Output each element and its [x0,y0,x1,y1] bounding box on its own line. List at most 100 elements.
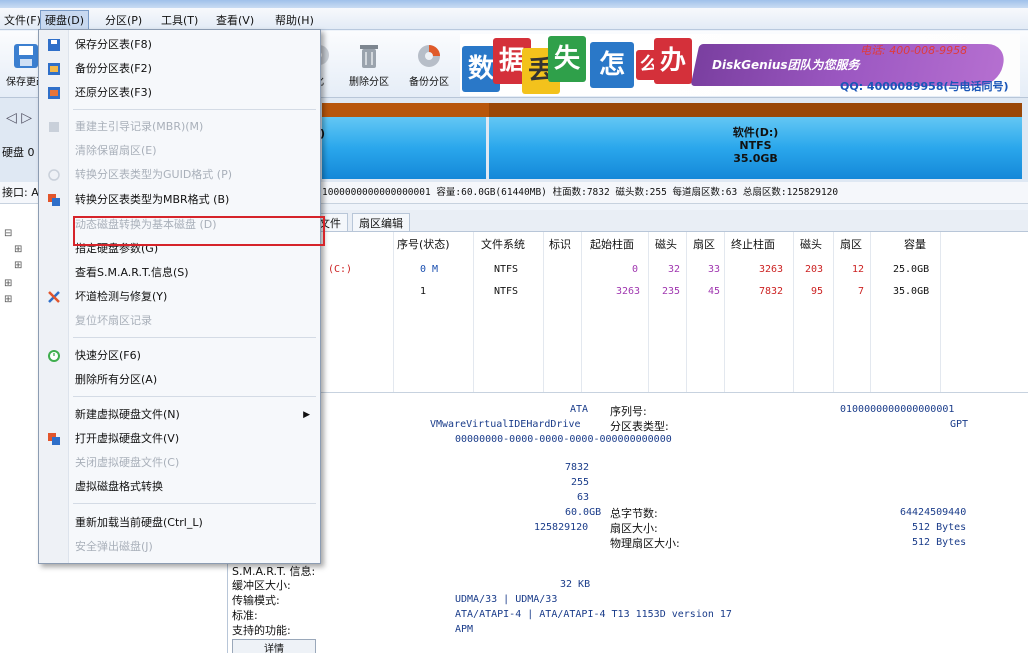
disk-nav-label: 硬盘 0 [2,146,35,159]
row-end-cyl: 3263 [759,264,784,275]
menu-item-label: 复位坏扇区记录 [75,314,152,327]
menu-item-delete-all-partitions[interactable]: 删除所有分区(A) [39,369,320,391]
save-icon [48,39,60,51]
detail-guid: 00000000-0000-0000-0000-000000000000 [455,434,672,445]
detail-sector-size: 512 Bytes [912,522,967,533]
tab-sector-editor[interactable]: 扇区编辑 [352,213,410,231]
tree-expand-icon[interactable]: ⊞ [14,260,22,271]
details-button[interactable]: 详情 [232,639,316,653]
menu-bar: 文件(F) 硬盘(D) 分区(P) 工具(T) 查看(V) 帮助(H) [0,8,1028,30]
mbr-icon [49,122,59,132]
nav-arrows-icon[interactable]: ◁ ▷ [6,110,32,126]
detail-transfer-label: 传输模式: [232,594,280,607]
clock-icon [48,350,60,362]
menu-item-bad-sector-check[interactable]: 坏道检测与修复(Y) [39,286,320,308]
menu-item-convert-to-mbr[interactable]: 转换分区表类型为MBR格式 (B) [39,189,320,211]
interface-label: 接口: A [2,186,39,199]
menu-item-convert-to-guid[interactable]: 转换分区表类型为GUID格式 (P) [39,164,320,186]
menu-separator [73,109,316,110]
tree-expand-icon[interactable]: ⊞ [4,278,12,289]
ad-banner[interactable]: 数 据 丢 失 怎 么 办 DiskGenius团队为您服务 电话: 400-0… [460,34,1020,96]
col-end-cylinder[interactable]: 终止柱面 [731,236,775,252]
menu-item-view-smart[interactable]: 查看S.M.A.R.T.信息(S) [39,262,320,284]
delete-partition-button[interactable]: 删除分区 [343,37,395,93]
backup-partition-button[interactable]: 备份分区 [403,37,455,93]
menu-item-label: 新建虚拟硬盘文件(N) [75,408,180,421]
col-end-head[interactable]: 磁头 [800,236,822,252]
menu-item-save-partition-table[interactable]: 保存分区表(F8) [39,34,320,56]
partition-d-fs: NTFS [739,139,772,152]
menu-item-label: 重新加载当前硬盘(Ctrl_L) [75,516,203,529]
menu-item-rebuild-mbr[interactable]: 重建主引导记录(MBR)(M) [39,116,320,138]
menu-disk[interactable]: 硬盘(D) [40,10,90,30]
tree-expand-icon[interactable]: ⊟ [4,228,12,239]
convert-icon [48,169,60,181]
convert-icon [48,194,60,206]
menu-item-safe-eject[interactable]: 安全弹出磁盘(J) [39,536,320,558]
menu-item-new-virtual-disk[interactable]: 新建虚拟硬盘文件(N) ▶ [39,404,320,426]
menu-item-label: 转换分区表类型为MBR格式 (B) [75,193,230,206]
detail-features: APM [455,624,474,635]
detail-serial: 0100000000000000001 [840,404,955,415]
col-start-head[interactable]: 磁头 [655,236,677,252]
detail-total-bytes-label: 总字节数: [610,507,658,520]
partition-d-block[interactable]: 软件(D:) NTFS 35.0GB [489,117,1022,179]
row-name: (C:) [328,264,353,275]
col-size[interactable]: 容量 [904,236,926,252]
row-size: 35.0GB [893,286,930,297]
partition-d-size: 35.0GB [733,152,778,165]
partition-d-name: 软件(D:) [732,126,779,139]
menu-item-label: 快速分区(F6) [75,349,141,362]
detail-capacity: 60.0GB [565,507,602,518]
row-end-sec: 12 [852,264,865,275]
menu-help[interactable]: 帮助(H) [271,11,318,29]
backup-partition-label: 备份分区 [409,77,449,88]
menu-item-reload-disk[interactable]: 重新加载当前硬盘(Ctrl_L) [39,512,320,534]
menu-item-open-virtual-disk[interactable]: 打开虚拟硬盘文件(V) [39,428,320,450]
menu-view[interactable]: 查看(V) [212,11,258,29]
menu-file[interactable]: 文件(F) [0,11,45,29]
detail-iface: ATA [570,404,589,415]
detail-standard: ATA/ATAPI-4 | ATA/ATAPI-4 T13 1153D vers… [455,609,732,620]
col-end-sector[interactable]: 扇区 [840,236,862,252]
disk-summary: 1000000000000000001 容量:60.0GB(61440MB) 柱… [322,187,839,198]
tools-icon [48,291,60,303]
highlight-box [73,216,325,246]
row-end-cyl: 7832 [759,286,784,297]
partition-d-top [489,103,1022,117]
col-start-cylinder[interactable]: 起始柱面 [590,236,634,252]
menu-item-label: 虚拟磁盘格式转换 [75,480,163,493]
menu-item-clear-reserved-sectors[interactable]: 清除保留扇区(E) [39,140,320,162]
banner-qq: QQ: 4000089958(与电话同号) [840,80,1009,93]
col-start-sector[interactable]: 扇区 [693,236,715,252]
menu-tools[interactable]: 工具(T) [157,11,202,29]
menu-item-virtual-disk-convert[interactable]: 虚拟磁盘格式转换 [39,476,320,498]
menu-item-restore-partition-table[interactable]: 还原分区表(F3) [39,82,320,104]
disk-dropdown-menu: 保存分区表(F8) 备份分区表(F2) 还原分区表(F3) 重建主引导记录(MB… [38,29,325,564]
detail-pt: GPT [950,419,969,430]
row-fs: NTFS [494,286,519,297]
col-filesystem[interactable]: 文件系统 [481,236,525,252]
partition-table [228,232,1028,392]
banner-brand: DiskGenius团队为您服务 [712,58,860,72]
menu-item-label: 转换分区表类型为GUID格式 (P) [75,168,233,181]
banner-char: 怎 [590,42,634,88]
menu-separator [73,396,316,397]
menu-item-label: 删除所有分区(A) [75,373,158,386]
menu-separator [73,337,316,338]
col-flag[interactable]: 标识 [549,236,571,252]
row-size: 25.0GB [893,264,930,275]
menu-item-quick-partition[interactable]: 快速分区(F6) [39,345,320,367]
detail-phys-sector-label: 物理扇区大小: [610,537,680,550]
menu-partition[interactable]: 分区(P) [101,11,146,29]
detail-cylinders: 7832 [565,462,590,473]
menu-item-backup-partition-table[interactable]: 备份分区表(F2) [39,58,320,80]
row-fs: NTFS [494,264,519,275]
menu-item-reset-bad-sectors[interactable]: 复位坏扇区记录 [39,310,320,332]
col-index[interactable]: 序号(状态) [397,236,450,252]
tree-expand-icon[interactable]: ⊞ [14,244,22,255]
partition-c-block[interactable]: ) [320,117,486,179]
tree-expand-icon[interactable]: ⊞ [4,294,12,305]
menu-item-label: 查看S.M.A.R.T.信息(S) [75,266,189,279]
menu-item-close-virtual-disk[interactable]: 关闭虚拟硬盘文件(C) [39,452,320,474]
